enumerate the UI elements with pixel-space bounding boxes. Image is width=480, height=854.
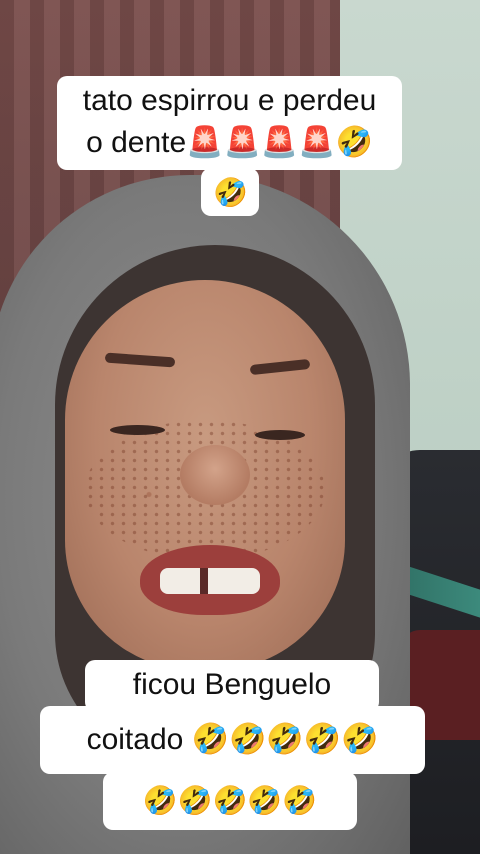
caption-bottom-line-1: ficou Benguelo (85, 660, 379, 712)
caption-bottom-line-2: coitado 🤣🤣🤣🤣🤣 (40, 706, 425, 774)
caption-top-line-1: tato espirrou e perdeu (82, 84, 377, 117)
caption-top-line-3: 🤣 (201, 168, 259, 216)
caption-top: tato espirrou e perdeu o dente🚨🚨🚨🚨🤣 (57, 76, 402, 170)
left-eye (110, 425, 165, 435)
teeth-with-gap (160, 568, 260, 594)
caption-top-line-2: o dente🚨🚨🚨🚨🤣 (86, 126, 373, 159)
right-eye (255, 430, 305, 440)
nose (180, 445, 250, 505)
caption-bottom-line-3: 🤣🤣🤣🤣🤣 (103, 772, 357, 830)
video-frame: tato espirrou e perdeu o dente🚨🚨🚨🚨🤣 🤣 fi… (0, 0, 480, 854)
